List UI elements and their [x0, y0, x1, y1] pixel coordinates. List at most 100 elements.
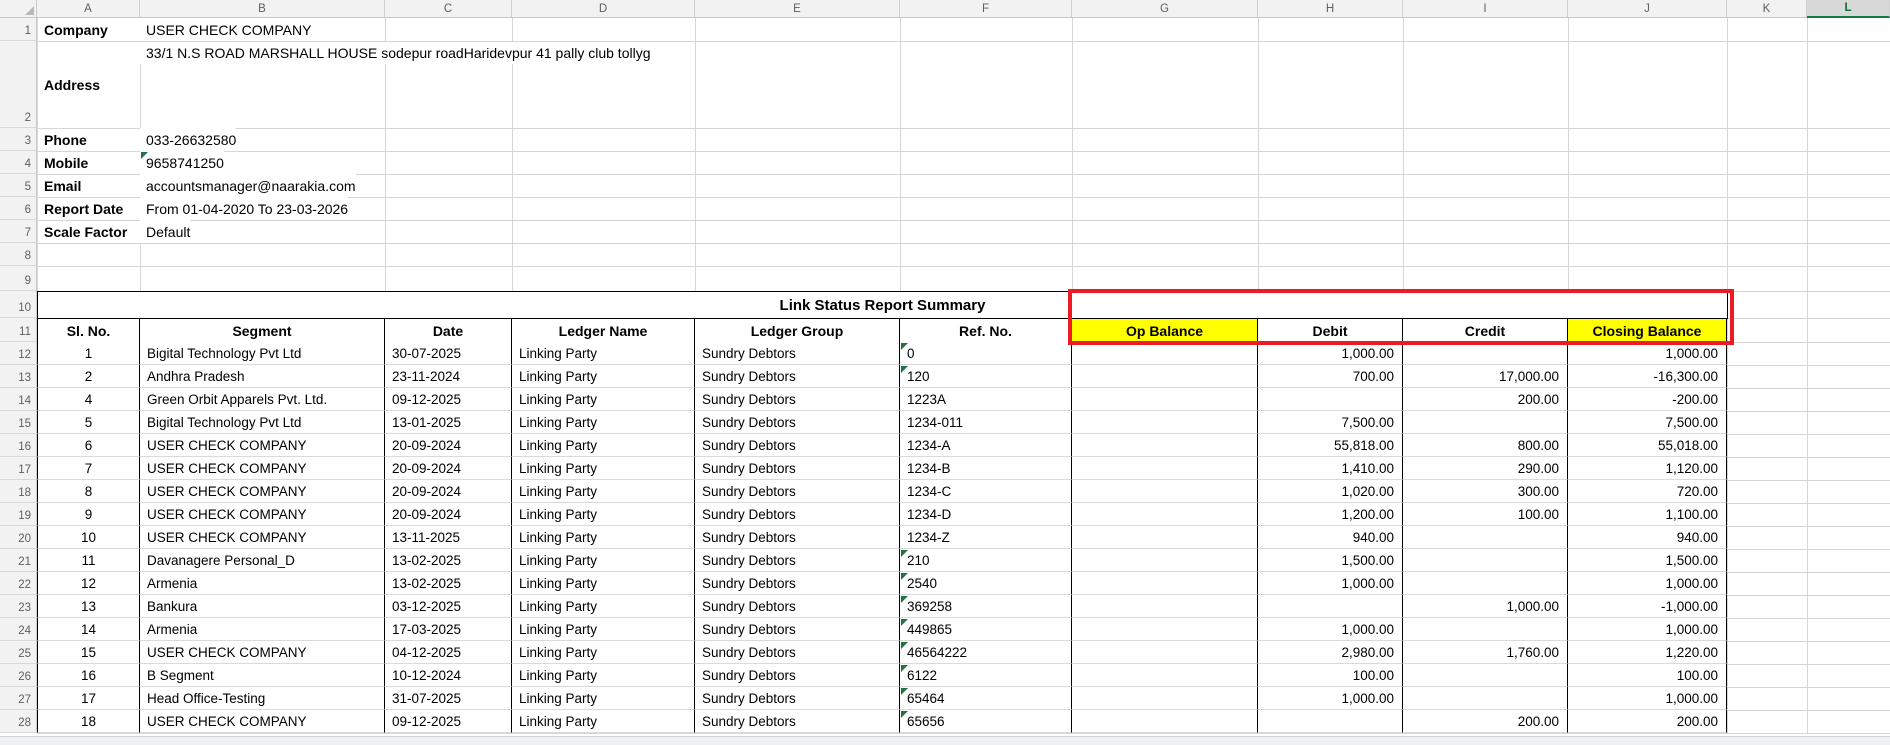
cell-ledger_group[interactable]: Sundry Debtors [695, 572, 900, 595]
cell-segment[interactable]: Armenia [140, 618, 385, 641]
cell-closing[interactable]: -200.00 [1568, 388, 1727, 411]
cell-ref[interactable]: 1234-011 [900, 411, 1072, 434]
cell-op[interactable] [1072, 503, 1258, 526]
cell-segment[interactable]: Head Office-Testing [140, 687, 385, 710]
cell-sl[interactable]: 17 [37, 687, 140, 710]
info-value-company[interactable]: USER CHECK COMPANY [140, 18, 312, 41]
cell-date[interactable]: 13-02-2025 [385, 572, 512, 595]
cell-sl[interactable]: 8 [37, 480, 140, 503]
column-header-cell-segment[interactable]: Segment [140, 318, 385, 343]
cell-date[interactable]: 20-09-2024 [385, 503, 512, 526]
cell-closing[interactable]: 200.00 [1568, 710, 1727, 733]
row-header-25[interactable]: 25 [0, 641, 37, 664]
cell-ledger_name[interactable]: Linking Party [512, 503, 695, 526]
cell-closing[interactable]: -16,300.00 [1568, 365, 1727, 388]
cell-debit[interactable]: 940.00 [1258, 526, 1403, 549]
cell-closing[interactable]: 1,220.00 [1568, 641, 1727, 664]
cell-debit[interactable]: 1,410.00 [1258, 457, 1403, 480]
row-header-19[interactable]: 19 [0, 503, 37, 526]
cell-sl[interactable]: 15 [37, 641, 140, 664]
cell-closing[interactable]: 1,000.00 [1568, 687, 1727, 710]
cell-date[interactable]: 13-01-2025 [385, 411, 512, 434]
cell-credit[interactable] [1403, 572, 1568, 595]
cell-ref[interactable]: 120 [900, 365, 1072, 388]
row-header-22[interactable]: 22 [0, 572, 37, 595]
cell-debit[interactable]: 7,500.00 [1258, 411, 1403, 434]
cell-debit[interactable] [1258, 388, 1403, 411]
cell-credit[interactable] [1403, 687, 1568, 710]
cell-op[interactable] [1072, 549, 1258, 572]
cell-segment[interactable]: USER CHECK COMPANY [140, 457, 385, 480]
cell-op[interactable] [1072, 365, 1258, 388]
cell-credit[interactable]: 100.00 [1403, 503, 1568, 526]
cell-credit[interactable]: 290.00 [1403, 457, 1568, 480]
column-header-D[interactable]: D [512, 0, 695, 18]
cell-op[interactable] [1072, 572, 1258, 595]
cell-op[interactable] [1072, 687, 1258, 710]
info-value-address[interactable]: 33/1 N.S ROAD MARSHALL HOUSE sodepur roa… [140, 42, 651, 64]
cell-sl[interactable]: 4 [37, 388, 140, 411]
cell-segment[interactable]: Andhra Pradesh [140, 365, 385, 388]
column-header-cell-ledger_group[interactable]: Ledger Group [695, 318, 900, 343]
info-value-report-date[interactable]: From 01-04-2020 To 23-03-2026 [140, 197, 349, 220]
cell-ref[interactable]: 0 [900, 342, 1072, 365]
row-header-24[interactable]: 24 [0, 618, 37, 641]
row-header-16[interactable]: 16 [0, 434, 37, 457]
column-header-L[interactable]: L [1807, 0, 1890, 18]
cell-segment[interactable]: USER CHECK COMPANY [140, 480, 385, 503]
cell-credit[interactable] [1403, 411, 1568, 434]
info-value-email[interactable]: accountsmanager@naarakia.com [140, 174, 356, 197]
cell-segment[interactable]: USER CHECK COMPANY [140, 526, 385, 549]
column-header-A[interactable]: A [37, 0, 140, 18]
cell-op[interactable] [1072, 434, 1258, 457]
column-header-K[interactable]: K [1727, 0, 1807, 18]
cell-segment[interactable]: Green Orbit Apparels Pvt. Ltd. [140, 388, 385, 411]
cell-ledger_name[interactable]: Linking Party [512, 618, 695, 641]
cell-date[interactable]: 30-07-2025 [385, 342, 512, 365]
column-header-G[interactable]: G [1072, 0, 1258, 18]
cell-ledger_name[interactable]: Linking Party [512, 572, 695, 595]
row-header-12[interactable]: 12 [0, 342, 37, 365]
cell-ledger_name[interactable]: Linking Party [512, 664, 695, 687]
cell-segment[interactable]: Bankura [140, 595, 385, 618]
cell-debit[interactable]: 55,818.00 [1258, 434, 1403, 457]
cell-ledger_name[interactable]: Linking Party [512, 434, 695, 457]
cell-ledger_group[interactable]: Sundry Debtors [695, 687, 900, 710]
column-header-cell-ref[interactable]: Ref. No. [900, 318, 1072, 343]
row-header-20[interactable]: 20 [0, 526, 37, 549]
cell-ref[interactable]: 65656 [900, 710, 1072, 733]
cell-closing[interactable]: 1,120.00 [1568, 457, 1727, 480]
cell-debit[interactable]: 1,000.00 [1258, 687, 1403, 710]
column-header-C[interactable]: C [385, 0, 512, 18]
cell-ledger_group[interactable]: Sundry Debtors [695, 388, 900, 411]
cell-ref[interactable]: 449865 [900, 618, 1072, 641]
cell-closing[interactable]: 1,000.00 [1568, 572, 1727, 595]
cell-sl[interactable]: 12 [37, 572, 140, 595]
cell-ledger_group[interactable]: Sundry Debtors [695, 342, 900, 365]
row-header-23[interactable]: 23 [0, 595, 37, 618]
cell-sl[interactable]: 7 [37, 457, 140, 480]
column-header-cell-date[interactable]: Date [385, 318, 512, 343]
cell-debit[interactable]: 1,000.00 [1258, 572, 1403, 595]
cell-closing[interactable]: 7,500.00 [1568, 411, 1727, 434]
cell-credit[interactable] [1403, 664, 1568, 687]
cell-debit[interactable]: 1,020.00 [1258, 480, 1403, 503]
cell-ledger_group[interactable]: Sundry Debtors [695, 595, 900, 618]
cell-ledger_group[interactable]: Sundry Debtors [695, 664, 900, 687]
cell-ledger_group[interactable]: Sundry Debtors [695, 365, 900, 388]
cell-sl[interactable]: 13 [37, 595, 140, 618]
cell-segment[interactable]: USER CHECK COMPANY [140, 641, 385, 664]
select-all-corner[interactable] [0, 0, 37, 18]
row-header-26[interactable]: 26 [0, 664, 37, 687]
cell-sl[interactable]: 9 [37, 503, 140, 526]
row-header-5[interactable]: 5 [0, 174, 37, 197]
cell-op[interactable] [1072, 388, 1258, 411]
cell-op[interactable] [1072, 342, 1258, 365]
row-header-15[interactable]: 15 [0, 411, 37, 434]
cell-ref[interactable]: 1234-A [900, 434, 1072, 457]
cell-closing[interactable]: 1,100.00 [1568, 503, 1727, 526]
cell-ledger_group[interactable]: Sundry Debtors [695, 526, 900, 549]
cell-op[interactable] [1072, 526, 1258, 549]
row-header-14[interactable]: 14 [0, 388, 37, 411]
row-header-6[interactable]: 6 [0, 197, 37, 220]
